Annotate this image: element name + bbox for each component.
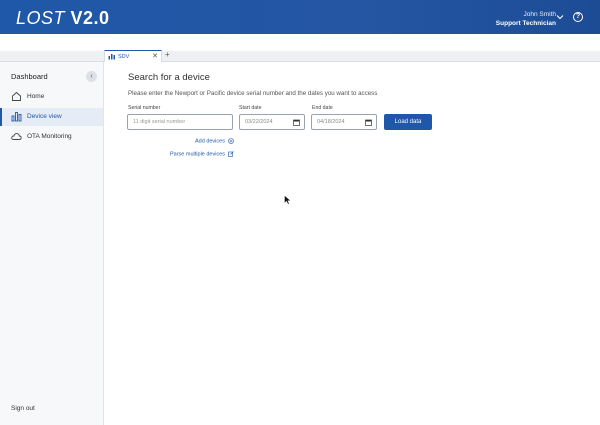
sidebar-item-label: OTA Monitoring [27,133,72,140]
logo-version: V2.0 [70,8,110,28]
start-date-label: Start date [239,105,262,111]
sidebar-item-label: Home [27,93,45,100]
edit-icon [227,151,234,157]
chevron-down-icon[interactable] [556,13,564,21]
user-role: Support Technician [495,20,556,27]
page-description: Please enter the Newport or Pacific devi… [128,90,378,97]
start-date-value: 03/22/2024 [245,119,273,125]
user-menu[interactable]: John Smith Support Technician [496,10,556,28]
sidebar-item-label: Device view [27,113,62,120]
logo-text: LOST [16,8,66,28]
tab-bar [0,51,600,62]
end-date-value: 04/18/2024 [317,119,345,125]
sidebar-item-device-view[interactable]: Device view [0,108,103,126]
help-icon[interactable]: ? [573,12,583,22]
user-name: John Smith [523,11,556,18]
serial-number-placeholder: 11 digit serial number [133,119,186,125]
sign-out-link[interactable]: Sign out [11,405,35,412]
add-devices-label: Add devices [195,138,225,145]
plus-circle-icon [227,138,234,144]
calendar-icon[interactable] [365,119,372,126]
tab-sdv[interactable]: SDV ✕ [104,50,162,62]
tab-label: SDV [118,53,130,60]
page-title: Search for a device [128,72,210,83]
calendar-icon[interactable] [293,119,300,126]
cloud-icon [11,133,22,140]
home-icon [12,91,21,101]
add-devices-link[interactable]: Add devices [195,138,234,144]
start-date-input[interactable]: 03/22/2024 [239,114,305,130]
end-date-input[interactable]: 04/18/2024 [311,114,377,130]
sidebar-title: Dashboard [11,72,48,81]
mouse-cursor-icon [284,195,292,205]
bar-chart-icon [11,112,22,122]
collapse-sidebar-button[interactable]: ‹ [86,71,97,82]
load-data-button[interactable]: Load data [384,114,432,130]
serial-number-label: Serial number [128,105,161,111]
parse-devices-label: Parse multiple devices [170,151,226,158]
end-date-label: End date [312,105,333,111]
sidebar-item-ota-monitoring[interactable]: OTA Monitoring [0,128,103,146]
app-logo[interactable]: LOST V2.0 [16,8,110,29]
parse-multiple-devices-link[interactable]: Parse multiple devices [170,151,234,157]
bar-chart-icon [108,54,115,60]
add-tab-button[interactable]: + [165,50,170,59]
sidebar: Dashboard ‹ Home Device view OTA Monitor… [0,62,104,425]
app-header: LOST V2.0 John Smith Support Technician … [0,0,600,34]
sidebar-item-home[interactable]: Home [0,88,103,106]
close-icon[interactable]: ✕ [152,52,158,60]
serial-number-input[interactable]: 11 digit serial number [127,114,233,130]
